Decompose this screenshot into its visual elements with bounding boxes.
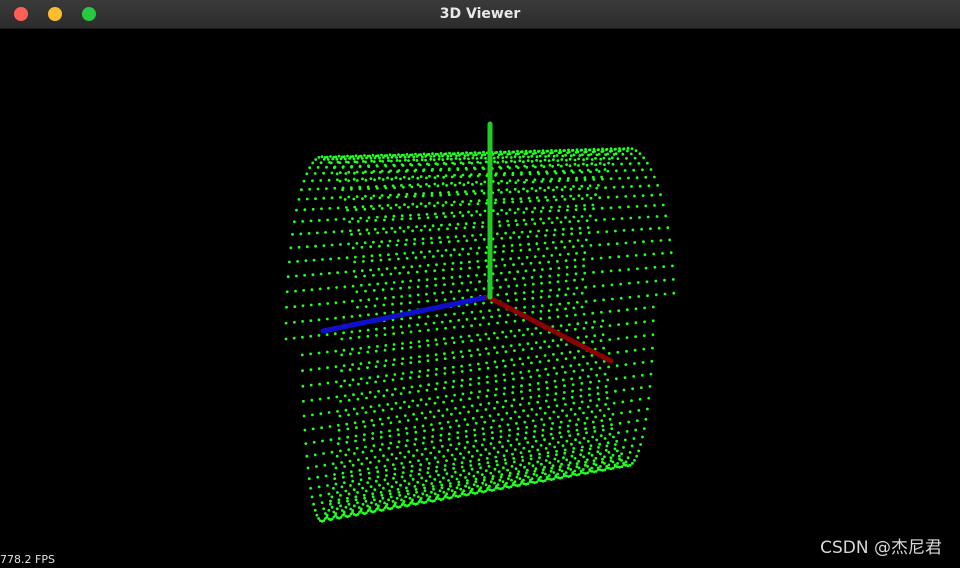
point-cloud — [284, 146, 676, 523]
3d-viewport[interactable]: 778.2 FPS CSDN @杰尼君 — [0, 29, 960, 568]
watermark: CSDN @杰尼君 — [820, 538, 942, 558]
viewer-window: 3D Viewer 778.2 FPS CSDN @杰尼君 — [0, 0, 960, 568]
fps-counter: 778.2 FPS — [0, 553, 55, 566]
point-cloud-canvas[interactable] — [0, 29, 960, 568]
title-bar[interactable]: 3D Viewer — [0, 0, 960, 29]
window-title: 3D Viewer — [439, 6, 521, 22]
